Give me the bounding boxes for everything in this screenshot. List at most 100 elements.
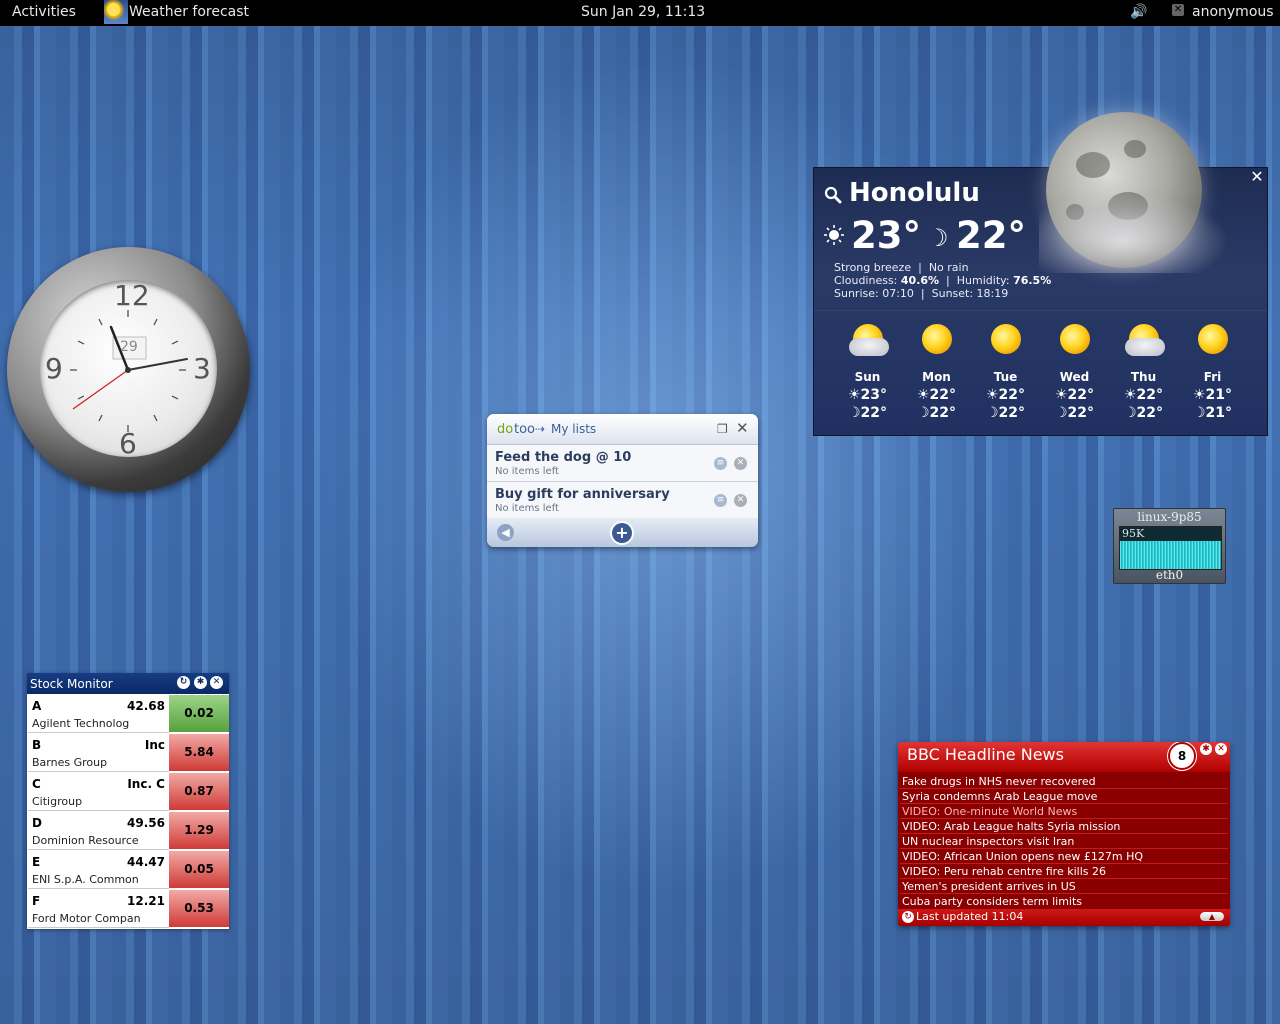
sunny-icon bbox=[1060, 324, 1090, 354]
close-icon[interactable]: ✕ bbox=[210, 676, 223, 689]
headline-link[interactable]: VIDEO: African Union opens new £127m HQ bbox=[900, 849, 1228, 864]
volume-icon[interactable]: 🔊 bbox=[1130, 4, 1147, 20]
moon-small-icon: ☽ bbox=[927, 224, 949, 252]
list-menu-icon[interactable]: ≡ bbox=[714, 457, 727, 470]
collapse-icon[interactable]: ▲ bbox=[1200, 912, 1224, 921]
close-icon[interactable]: ✕ bbox=[1215, 743, 1227, 755]
delete-icon[interactable]: ✕ bbox=[734, 494, 747, 507]
rain-text: No rain bbox=[928, 261, 969, 274]
close-icon[interactable]: ✕ bbox=[736, 419, 749, 437]
clock-hour-hand bbox=[127, 358, 188, 371]
dotoo-logo: do bbox=[497, 422, 514, 437]
forecast-divider bbox=[814, 310, 1267, 311]
stock-row[interactable]: D 49.56 Dominion Resource 1.29 bbox=[27, 812, 229, 850]
humidity-value: 76.5% bbox=[1013, 274, 1052, 287]
current-low-temp: 22° bbox=[956, 214, 1026, 257]
forecast-day[interactable]: Mon ☀22° ☽22° bbox=[902, 318, 971, 426]
back-arrow-icon[interactable]: ◀ bbox=[497, 524, 514, 541]
refresh-icon[interactable]: ↻ bbox=[177, 676, 190, 689]
delete-icon[interactable]: ✕ bbox=[734, 457, 747, 470]
stock-monitor-title: Stock Monitor bbox=[30, 677, 113, 691]
clock-second-hand bbox=[72, 369, 129, 410]
sunny-icon bbox=[922, 324, 952, 354]
clock-numeral-12: 12 bbox=[114, 279, 150, 312]
interface-label[interactable]: eth0 bbox=[1114, 568, 1225, 582]
refresh-icon[interactable]: ↻ bbox=[902, 911, 914, 923]
headline-link[interactable]: Syria condemns Arab League move bbox=[900, 789, 1228, 804]
add-list-icon[interactable]: + bbox=[612, 523, 632, 543]
network-graph: 95K bbox=[1119, 526, 1222, 570]
stock-monitor-titlebar: Stock Monitor ↻ ✱ ✕ bbox=[27, 673, 229, 694]
forecast-day[interactable]: Sun ☀23° ☽22° bbox=[833, 318, 902, 426]
sun-icon bbox=[824, 225, 844, 245]
stock-row[interactable]: B Inc Barnes Group 5.84 bbox=[27, 734, 229, 772]
date-time-clock[interactable]: Sun Jan 29, 11:13 bbox=[581, 4, 705, 20]
sunrise-text: Sunrise: 07:10 bbox=[834, 287, 914, 300]
cloudiness-value: 40.6% bbox=[900, 274, 940, 287]
stock-row[interactable]: E 44.47 ENI S.p.A. Common 0.05 bbox=[27, 851, 229, 889]
headline-link[interactable]: Yemen's president arrives in US bbox=[900, 879, 1228, 894]
headline-link[interactable]: UN nuclear inspectors visit Iran bbox=[900, 834, 1228, 849]
clock-numeral-9: 9 bbox=[45, 352, 63, 385]
stock-change: 5.84 bbox=[169, 734, 229, 771]
network-monitor-widget[interactable]: linux-9p85 95K eth0 bbox=[1113, 508, 1226, 584]
traffic-bars bbox=[1120, 541, 1221, 569]
traffic-rate: 95K bbox=[1122, 527, 1145, 540]
headline-link[interactable]: Fake drugs in NHS never recovered bbox=[900, 774, 1228, 789]
activities-button[interactable]: Activities bbox=[12, 4, 76, 20]
weather-city[interactable]: Honolulu bbox=[849, 178, 980, 208]
stock-row[interactable]: C Inc. C Citigroup 0.87 bbox=[27, 773, 229, 811]
stock-change: 0.05 bbox=[169, 851, 229, 888]
news-count-badge: 8 bbox=[1170, 744, 1194, 768]
bbc-footer: ↻ Last updated 11:04 ▲ bbox=[898, 909, 1230, 926]
stock-change: 1.29 bbox=[169, 812, 229, 849]
sunny-icon bbox=[1198, 324, 1228, 354]
dotoo-header: do too ⇢ My lists ❐ ✕ bbox=[487, 414, 758, 445]
current-high-temp: 23° bbox=[851, 214, 921, 257]
close-icon[interactable]: ✕ bbox=[1249, 169, 1265, 185]
clock-numeral-6: 6 bbox=[119, 427, 137, 460]
headline-link[interactable]: Cuba party considers term limits bbox=[900, 894, 1228, 909]
headline-link[interactable]: VIDEO: Arab League halts Syria mission bbox=[900, 819, 1228, 834]
forecast-day[interactable]: Fri ☀21° ☽21° bbox=[1178, 318, 1247, 426]
sunset-text: Sunset: 18:19 bbox=[931, 287, 1009, 300]
forecast-day[interactable]: Wed ☀22° ☽22° bbox=[1040, 318, 1109, 426]
bbc-title[interactable]: BBC Headline News bbox=[907, 745, 1064, 764]
forecast-day[interactable]: Tue ☀22° ☽22° bbox=[971, 318, 1040, 426]
bbc-news-widget[interactable]: BBC Headline News 8 ✱ ✕ Fake drugs in NH… bbox=[898, 742, 1230, 926]
clock-numeral-3: 3 bbox=[193, 352, 211, 385]
user-status-icon[interactable]: ✕ bbox=[1172, 4, 1184, 16]
search-icon[interactable] bbox=[824, 186, 842, 204]
stock-row[interactable]: A 42.68 Agilent Technolog 0.02 bbox=[27, 695, 229, 733]
hostname-label: linux-9p85 bbox=[1137, 510, 1202, 524]
headline-link[interactable]: VIDEO: Peru rehab centre fire kills 26 bbox=[900, 864, 1228, 879]
gear-icon[interactable]: ✱ bbox=[1200, 743, 1212, 755]
app-menu-title[interactable]: Weather forecast bbox=[129, 4, 249, 20]
last-updated-text: Last updated 11:04 bbox=[916, 910, 1024, 923]
restore-icon[interactable]: ❐ bbox=[717, 422, 728, 436]
forecast-day[interactable]: Thu ☀22° ☽22° bbox=[1109, 318, 1178, 426]
list-menu-icon[interactable]: ≡ bbox=[714, 494, 727, 507]
headline-link[interactable]: VIDEO: One-minute World News bbox=[900, 804, 1228, 819]
stock-change: 0.87 bbox=[169, 773, 229, 810]
weather-details: Strong breeze | No rain Cloudiness: 40.6… bbox=[834, 261, 1052, 300]
stock-change: 0.53 bbox=[169, 890, 229, 927]
top-panel: Activities Weather forecast Sun Jan 29, … bbox=[0, 0, 1280, 26]
stock-monitor-widget[interactable]: Stock Monitor ↻ ✱ ✕ A 42.68 Agilent Techno… bbox=[27, 673, 229, 929]
analog-clock-widget[interactable]: 12 3 6 9 29 bbox=[7, 247, 250, 492]
stock-row[interactable]: F 12.21 Ford Motor Compan 0.53 bbox=[27, 890, 229, 928]
cloud-icon bbox=[1039, 193, 1249, 273]
stock-change: 0.02 bbox=[169, 695, 229, 732]
todo-list-item[interactable]: Feed the dog @ 10 No items left ≡ ✕ bbox=[487, 445, 758, 482]
clock-date: 29 bbox=[120, 339, 138, 355]
weather-app-icon[interactable] bbox=[104, 0, 128, 24]
dotoo-footer: ◀ + bbox=[487, 518, 758, 547]
gear-icon[interactable]: ✱ bbox=[194, 676, 207, 689]
todo-list-item[interactable]: Buy gift for anniversary No items left ≡… bbox=[487, 482, 758, 519]
dotoo-title[interactable]: My lists bbox=[551, 422, 596, 436]
bbc-header: BBC Headline News 8 ✱ ✕ bbox=[898, 742, 1230, 772]
user-menu[interactable]: anonymous bbox=[1192, 4, 1274, 20]
sunny-icon bbox=[991, 324, 1021, 354]
dotoo-todo-widget[interactable]: do too ⇢ My lists ❐ ✕ Feed the dog @ 10 … bbox=[487, 414, 758, 547]
weather-widget[interactable]: ✕ Honolulu 23° ☽ 22° Strong breeze | No … bbox=[813, 112, 1268, 436]
